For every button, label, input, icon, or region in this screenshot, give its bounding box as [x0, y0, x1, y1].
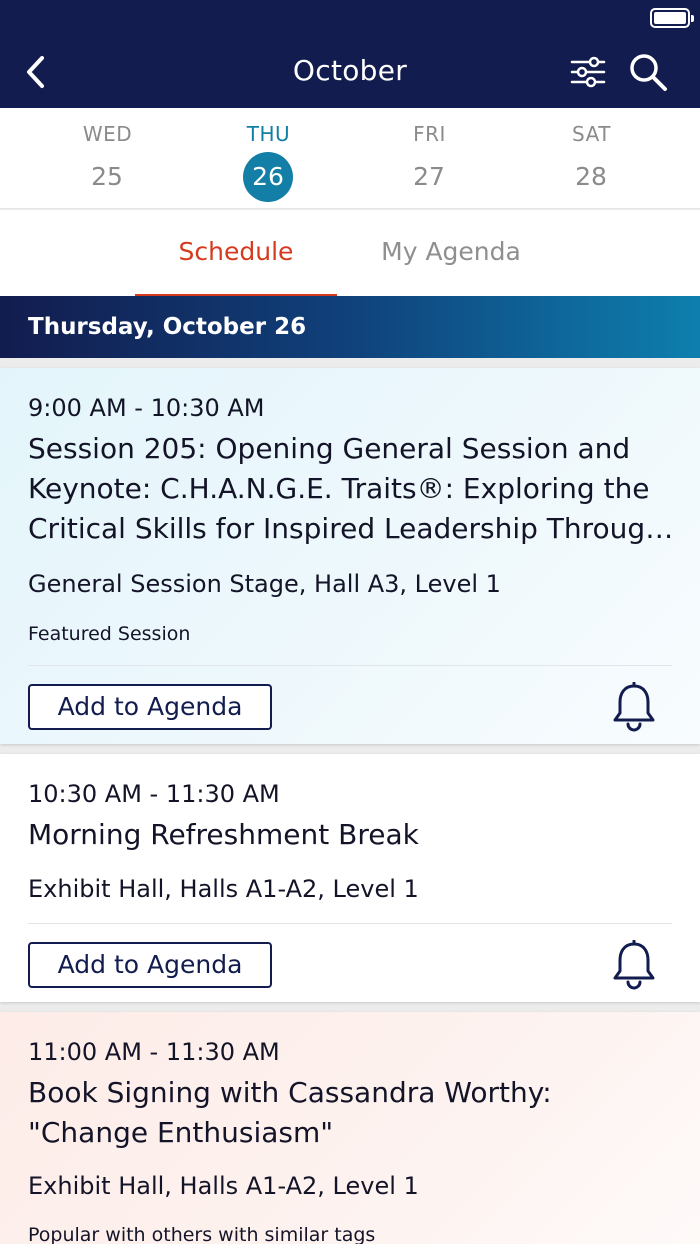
session-time: 11:00 AM - 11:30 AM: [28, 1038, 280, 1066]
session-title: Morning Refreshment Break: [28, 818, 419, 851]
battery-icon: [650, 8, 694, 28]
session-card[interactable]: 9:00 AM - 10:30 AM Session 205: Opening …: [0, 368, 700, 744]
session-title: Session 205: Opening General Session and…: [28, 432, 663, 545]
top-nav-bar: October: [0, 36, 700, 108]
session-time: 9:00 AM - 10:30 AM: [28, 394, 265, 422]
session-time: 10:30 AM - 11:30 AM: [28, 780, 280, 808]
day-thu-26[interactable]: THU 26: [181, 108, 356, 208]
status-bar: [0, 0, 700, 36]
day-number: 27: [413, 162, 445, 191]
session-title: Book Signing with Cassandra Worthy: "Cha…: [28, 1076, 552, 1149]
bell-icon: [613, 940, 655, 990]
reminder-button[interactable]: [608, 939, 660, 991]
reminder-button[interactable]: [608, 681, 660, 733]
sliders-icon: [570, 56, 606, 88]
filter-button[interactable]: [566, 50, 610, 94]
day-wed-25[interactable]: WED 25: [20, 108, 195, 208]
day-sat-28[interactable]: SAT 28: [504, 108, 679, 208]
session-tag: Popular with others with similar tags: [28, 1224, 376, 1244]
tab-my-agenda[interactable]: My Agenda: [350, 210, 552, 296]
bell-icon: [613, 682, 655, 732]
day-of-week: THU: [246, 122, 291, 146]
day-fri-27[interactable]: FRI 27: [342, 108, 517, 208]
view-tabs: Schedule My Agenda: [0, 210, 700, 296]
day-number: 26: [243, 152, 293, 202]
day-of-week: FRI: [413, 122, 446, 146]
add-to-agenda-button[interactable]: Add to Agenda: [28, 684, 272, 730]
session-card[interactable]: 11:00 AM - 11:30 AM Book Signing with Ca…: [0, 1012, 700, 1244]
session-location: Exhibit Hall, Halls A1-A2, Level 1: [28, 875, 419, 903]
session-card[interactable]: 10:30 AM - 11:30 AM Morning Refreshment …: [0, 754, 700, 1002]
day-section-header: Thursday, October 26: [0, 296, 700, 358]
divider: [28, 665, 672, 666]
add-to-agenda-button[interactable]: Add to Agenda: [28, 942, 272, 988]
day-of-week: WED: [82, 122, 133, 146]
date-selector: WED 25 THU 26 FRI 27 SAT 28: [0, 108, 700, 209]
day-of-week: SAT: [572, 122, 611, 146]
session-location: Exhibit Hall, Halls A1-A2, Level 1: [28, 1172, 419, 1200]
session-location: General Session Stage, Hall A3, Level 1: [28, 570, 501, 598]
divider: [28, 923, 672, 924]
session-tag: Featured Session: [28, 623, 191, 645]
search-button[interactable]: [624, 48, 672, 96]
search-icon: [630, 54, 667, 91]
tab-schedule[interactable]: Schedule: [135, 210, 337, 296]
day-number: 25: [91, 162, 123, 191]
day-number: 28: [575, 162, 607, 191]
